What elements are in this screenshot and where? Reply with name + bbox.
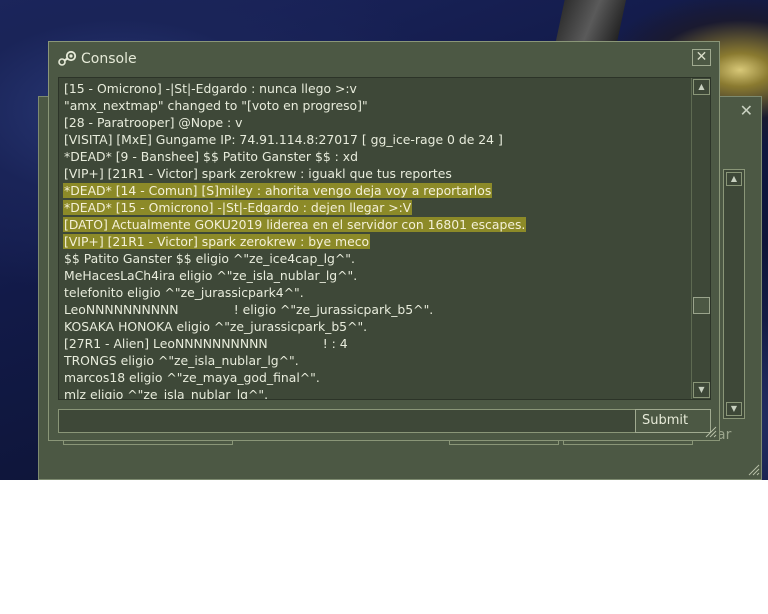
console-window: Console ✕ [15 - Omicrono] -|St|-Edgardo … bbox=[48, 41, 720, 441]
arrow-down-icon[interactable]: ▼ bbox=[726, 402, 742, 416]
log-line: [VIP+] [21R1 - Victor] spark zerokrew : … bbox=[63, 165, 689, 182]
log-line-text: [VIP+] [21R1 - Victor] spark zerokrew : … bbox=[64, 166, 452, 181]
log-line-text: [27R1 - Alien] LeoNNNNNNNNNN ! : 4 bbox=[64, 336, 348, 351]
title-bar[interactable]: Console ✕ bbox=[49, 42, 719, 76]
log-line: [DATO] Actualmente GOKU2019 liderea en e… bbox=[63, 216, 689, 233]
log-line-text: mlz eligio ^"ze_isla_nublar_lg^". bbox=[64, 387, 269, 400]
log-line-text: *DEAD* [15 - Omicrono] -|St|-Edgardo : d… bbox=[63, 200, 413, 215]
log-line-text: [28 - Paratrooper] @Nope : v bbox=[64, 115, 243, 130]
scroll-thumb[interactable] bbox=[693, 297, 710, 314]
log-line-text: KOSAKA HONOKA eligio ^"ze_jurassicpark_b… bbox=[64, 319, 368, 334]
background-scrollbar[interactable]: ▲ ▼ bbox=[723, 169, 745, 419]
log-line: TRONGS eligio ^"ze_isla_nublar_lg^". bbox=[63, 352, 689, 369]
log-line: $$ Patito Ganster $$ eligio ^"ze_ice4cap… bbox=[63, 250, 689, 267]
log-line-text: [VISITA] [MxE] Gungame IP: 74.91.114.8:2… bbox=[64, 132, 503, 147]
close-button[interactable]: ✕ bbox=[692, 49, 711, 66]
log-line-text: TRONGS eligio ^"ze_isla_nublar_lg^". bbox=[64, 353, 299, 368]
log-line: LeoNNNNNNNNNN ! eligio ^"ze_jurassicpark… bbox=[63, 301, 689, 318]
resize-grip-icon[interactable] bbox=[703, 424, 717, 438]
arrow-up-icon[interactable]: ▲ bbox=[726, 172, 742, 186]
log-line-text: telefonito eligio ^"ze_jurassicpark4^". bbox=[64, 285, 304, 300]
log-line: telefonito eligio ^"ze_jurassicpark4^". bbox=[63, 284, 689, 301]
log-line: mlz eligio ^"ze_isla_nublar_lg^". bbox=[63, 386, 689, 400]
steam-logo-icon bbox=[58, 50, 77, 66]
log-line-text: "amx_nextmap" changed to "[voto en progr… bbox=[64, 98, 368, 113]
log-line: MeHacesLaCh4ira eligio ^"ze_isla_nublar_… bbox=[63, 267, 689, 284]
resize-grip-icon[interactable] bbox=[746, 462, 760, 476]
log-line: [VIP+] [21R1 - Victor] spark zerokrew : … bbox=[63, 233, 689, 250]
log-line: [27R1 - Alien] LeoNNNNNNNNNN ! : 4 bbox=[63, 335, 689, 352]
log-line-text: $$ Patito Ganster $$ eligio ^"ze_ice4cap… bbox=[64, 251, 355, 266]
log-line: [VISITA] [MxE] Gungame IP: 74.91.114.8:2… bbox=[63, 131, 689, 148]
console-log[interactable]: [15 - Omicrono] -|St|-Edgardo : nunca ll… bbox=[58, 77, 711, 400]
log-line-text: [15 - Omicrono] -|St|-Edgardo : nunca ll… bbox=[64, 81, 357, 96]
background-close-icon[interactable]: ✕ bbox=[740, 103, 753, 119]
log-line-text: [DATO] Actualmente GOKU2019 liderea en e… bbox=[63, 217, 527, 232]
log-line-text: LeoNNNNNNNNNN ! eligio ^"ze_jurassicpark… bbox=[64, 302, 434, 317]
log-line-text: *DEAD* [14 - Comun] [S]miley : ahorita v… bbox=[63, 183, 493, 198]
submit-button[interactable]: Submit bbox=[635, 409, 711, 433]
log-line: *DEAD* [15 - Omicrono] -|St|-Edgardo : d… bbox=[63, 199, 689, 216]
arrow-up-icon[interactable]: ▲ bbox=[693, 79, 710, 95]
arrow-down-icon[interactable]: ▼ bbox=[693, 382, 710, 398]
log-line-text: marcos18 eligio ^"ze_maya_god_final^". bbox=[64, 370, 320, 385]
log-line: [28 - Paratrooper] @Nope : v bbox=[63, 114, 689, 131]
log-line: *DEAD* [9 - Banshee] $$ Patito Ganster $… bbox=[63, 148, 689, 165]
log-lines: [15 - Omicrono] -|St|-Edgardo : nunca ll… bbox=[63, 80, 689, 400]
log-line: "amx_nextmap" changed to "[voto en progr… bbox=[63, 97, 689, 114]
log-line-text: *DEAD* [9 - Banshee] $$ Patito Ganster $… bbox=[64, 149, 358, 164]
log-line-text: MeHacesLaCh4ira eligio ^"ze_isla_nublar_… bbox=[64, 268, 358, 283]
log-line-text: [VIP+] [21R1 - Victor] spark zerokrew : … bbox=[63, 234, 371, 249]
window-title: Console bbox=[81, 51, 137, 67]
log-scrollbar[interactable]: ▲ ▼ bbox=[691, 78, 710, 399]
command-input[interactable] bbox=[58, 409, 674, 433]
log-line: KOSAKA HONOKA eligio ^"ze_jurassicpark_b… bbox=[63, 318, 689, 335]
log-line: *DEAD* [14 - Comun] [S]miley : ahorita v… bbox=[63, 182, 689, 199]
log-line: marcos18 eligio ^"ze_maya_god_final^". bbox=[63, 369, 689, 386]
log-line: [15 - Omicrono] -|St|-Edgardo : nunca ll… bbox=[63, 80, 689, 97]
